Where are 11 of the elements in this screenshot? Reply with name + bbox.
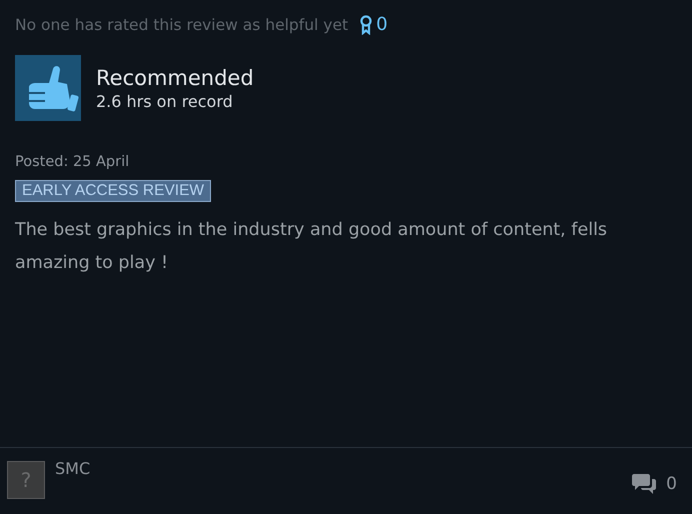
early-access-badge: EARLY ACCESS REVIEW: [15, 180, 212, 202]
helpful-status-text: No one has rated this review as helpful yet: [15, 16, 348, 34]
posted-date: Posted: 25 April: [15, 154, 130, 170]
speech-bubbles-icon[interactable]: [632, 473, 656, 495]
hours-on-record: 2.6 hrs on record: [96, 92, 234, 110]
review-text: The best graphics in the industry and good amount of content, fells amazing to play !: [15, 219, 608, 275]
award-count: 0: [376, 14, 388, 35]
verdict-title: Recommended: [96, 66, 254, 90]
comment-count: 0: [666, 474, 677, 494]
author-name[interactable]: SMC: [55, 459, 90, 478]
award-ribbon-icon[interactable]: [360, 14, 372, 34]
